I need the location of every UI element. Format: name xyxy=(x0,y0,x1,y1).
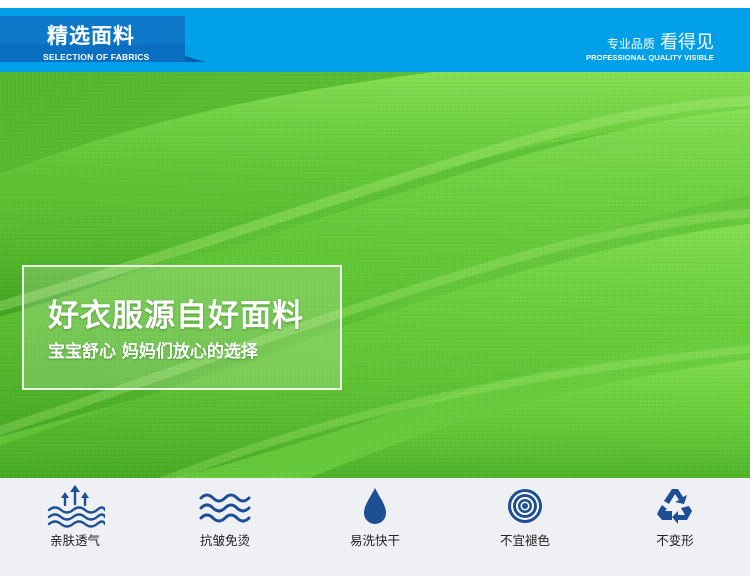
feature-label: 抗皱免烫 xyxy=(199,533,250,548)
feature-strip: 亲肤透气 抗皱免烫 易洗快干 不宜褪色 不变形 xyxy=(0,478,750,576)
section-subtitle: SELECTION OF FABRICS xyxy=(43,52,150,62)
feature-colorfast: 不宜褪色 xyxy=(450,478,600,576)
tagline-small: 专业品质 xyxy=(606,37,655,51)
section-tab: 精选面料 SELECTION OF FABRICS xyxy=(0,16,205,64)
water-drop-icon xyxy=(364,488,386,524)
section-title: 精选面料 xyxy=(47,24,135,48)
feature-wrinkle-free: 抗皱免烫 xyxy=(150,478,300,576)
tagline-big: 看得见 xyxy=(660,32,714,53)
feature-label: 不变形 xyxy=(656,533,694,548)
tagline-english: PROFESSIONAL QUALITY VISIBLE xyxy=(586,53,714,62)
feature-label: 亲肤透气 xyxy=(49,533,100,548)
recycle-icon xyxy=(657,489,692,524)
feature-label: 易洗快干 xyxy=(349,533,400,548)
feature-label: 不宜褪色 xyxy=(499,533,550,548)
feature-breathable: 亲肤透气 xyxy=(0,478,150,576)
fabric-photo: 好衣服源自好面料 宝宝舒心 妈妈们放心的选择 xyxy=(0,72,750,478)
quality-tagline: 专业品质 看得见 PROFESSIONAL QUALITY VISIBLE xyxy=(586,28,714,62)
feature-quick-dry: 易洗快干 xyxy=(300,478,450,576)
feature-no-deform: 不变形 xyxy=(600,478,750,576)
wave-icon xyxy=(199,493,251,523)
target-icon xyxy=(508,489,542,523)
hero-headline: 好衣服源自好面料 xyxy=(48,298,304,334)
breathable-icon xyxy=(47,485,105,528)
hero-subline: 宝宝舒心 妈妈们放心的选择 xyxy=(48,342,258,362)
product-detail-page: 精选面料 SELECTION OF FABRICS 专业品质 看得见 PROFE… xyxy=(0,0,750,584)
section-header: 精选面料 SELECTION OF FABRICS 专业品质 看得见 PROFE… xyxy=(0,8,750,72)
